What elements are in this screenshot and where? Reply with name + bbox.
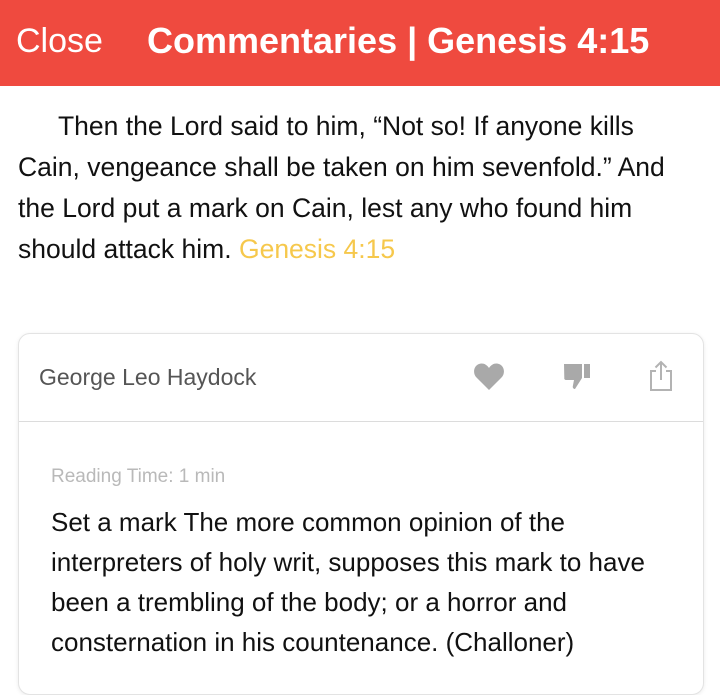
dislike-button[interactable] xyxy=(559,358,595,394)
like-button[interactable] xyxy=(471,358,507,394)
thumbs-down-icon xyxy=(564,364,590,389)
verse-block: Then the Lord said to him, “Not so! If a… xyxy=(18,106,702,270)
commentary-card-header: George Leo Haydock xyxy=(19,334,703,422)
top-bar: Close Commentaries | Genesis 4:15 xyxy=(0,0,720,86)
heart-icon xyxy=(474,363,504,390)
page-title: Commentaries | Genesis 4:15 xyxy=(147,20,650,61)
share-button[interactable] xyxy=(643,358,679,394)
verse-reference-link[interactable]: Genesis 4:15 xyxy=(239,234,395,264)
share-icon xyxy=(650,360,672,391)
commentary-card: George Leo Haydock Reading Time: 1 min S… xyxy=(18,333,704,695)
close-button[interactable]: Close xyxy=(16,20,103,62)
commentary-text: Set a mark The more common opinion of th… xyxy=(51,507,645,657)
reading-time: Reading Time: 1 min xyxy=(51,466,226,487)
commentary-author: George Leo Haydock xyxy=(39,364,257,390)
